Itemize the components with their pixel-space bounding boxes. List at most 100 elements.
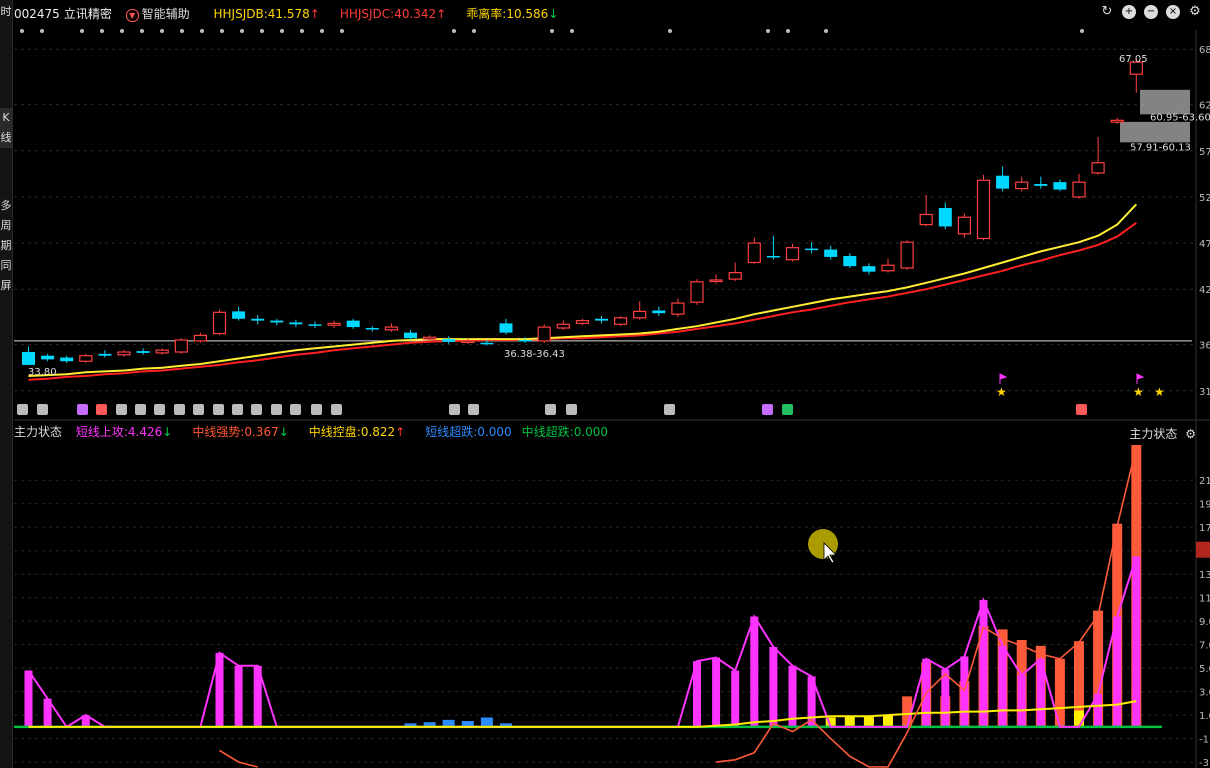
marker-dot — [550, 29, 554, 33]
signal-chip-icon — [449, 404, 460, 415]
candle-body-up — [575, 320, 590, 324]
sub-y-tick-label: 5.0 — [1199, 664, 1210, 675]
signal-chip-icon — [664, 404, 675, 415]
marker-dot — [220, 29, 224, 33]
sub-y-tick-label: 19 — [1199, 500, 1210, 511]
star-icon: ★ — [996, 385, 1007, 399]
candle-body-up — [556, 323, 570, 329]
candle-body-down — [346, 320, 360, 328]
marker-dot — [786, 29, 790, 33]
current-value-tag — [1196, 541, 1210, 558]
sub-y-tick-label: 13 — [1199, 570, 1210, 581]
marker-dot — [570, 29, 574, 33]
bar-magenta — [769, 647, 778, 727]
candle-body-down — [595, 318, 608, 321]
marker-dot — [160, 29, 164, 33]
signal-chip-icon — [154, 404, 165, 415]
candle-body-down — [766, 256, 780, 258]
marker-dot — [180, 29, 184, 33]
candle-body-down — [308, 324, 322, 326]
bar-magenta — [941, 669, 950, 727]
bar-magenta — [979, 600, 988, 727]
candle-body-down — [365, 328, 379, 330]
candle-body-down — [1053, 182, 1067, 190]
candle-body-up — [384, 326, 398, 331]
bar-yellow — [844, 716, 855, 727]
bar-magenta — [998, 645, 1007, 727]
candle-body-down — [652, 310, 666, 314]
signal-chip-icon — [251, 404, 262, 415]
candle-body-up — [709, 279, 723, 283]
bar-yellow — [883, 715, 893, 727]
sub-y-tick-label: -1 — [1199, 735, 1209, 746]
annotation-zone-lower: 57.91-60.13 — [1130, 142, 1191, 153]
bar-magenta — [24, 670, 33, 727]
candle-body-down — [289, 322, 303, 325]
candle-body-down — [862, 266, 876, 272]
candle-body-up — [537, 326, 551, 342]
candle-body-down — [442, 339, 456, 342]
bar-blue — [480, 717, 493, 727]
sub-y-tick-label: 3.0 — [1199, 688, 1210, 699]
bar-magenta — [234, 665, 243, 727]
candle-body-up — [461, 340, 475, 344]
candle-body-down — [270, 320, 284, 323]
sub-y-tick-label: 7.0 — [1199, 641, 1210, 652]
candle-body-up — [957, 216, 972, 235]
main-y-tick-label: 31 — [1199, 387, 1210, 398]
candle-body-up — [1072, 181, 1086, 198]
main-y-tick-label: 47 — [1199, 239, 1210, 250]
candle-body-up — [671, 302, 685, 315]
bar-magenta — [1113, 616, 1122, 727]
marker-dot — [1080, 29, 1084, 33]
candle-body-up — [1015, 181, 1029, 190]
candle-body-up — [690, 281, 704, 303]
marker-dot — [40, 29, 44, 33]
signal-chip-icon — [193, 404, 204, 415]
candle-body-up — [174, 339, 188, 353]
signal-chip-icon — [762, 404, 773, 415]
marker-dot — [472, 29, 476, 33]
sub-y-tick-label: 21 — [1199, 476, 1210, 487]
marker-dot — [452, 29, 456, 33]
marker-dot — [200, 29, 204, 33]
marker-dot — [240, 29, 244, 33]
signal-chip-icon — [37, 404, 48, 415]
bar-magenta — [960, 656, 969, 727]
candle-body-up — [785, 247, 800, 261]
sub-y-tick-label: 1.0 — [1199, 711, 1210, 722]
signal-chip-icon — [116, 404, 127, 415]
signal-chip-icon — [135, 404, 146, 415]
marker-dot — [340, 29, 344, 33]
signal-chip-icon — [331, 404, 342, 415]
marker-dot — [280, 29, 284, 33]
signal-chip-icon — [468, 404, 479, 415]
main-y-tick-label: 62 — [1199, 101, 1210, 112]
candle-body-down — [98, 353, 112, 356]
marker-dot — [20, 29, 24, 33]
main-y-tick-label: 68 — [1199, 45, 1210, 56]
signal-chip-icon — [290, 404, 301, 415]
candle-body-up — [633, 310, 647, 319]
candle-body-up — [117, 351, 131, 356]
bar-magenta — [731, 670, 740, 727]
marker-dot — [668, 29, 672, 33]
annotation-low: 33.80 — [28, 367, 57, 378]
main-y-tick-label: 36 — [1199, 341, 1210, 352]
marker-dot — [260, 29, 264, 33]
signal-chip-icon — [213, 404, 224, 415]
signal-chip-icon — [311, 404, 322, 415]
price-zone-lower — [1120, 121, 1190, 143]
candle-body-down — [1034, 184, 1048, 186]
candle-body-up — [919, 213, 933, 226]
line-yellow — [28, 700, 1137, 728]
candle-body-down — [404, 332, 417, 339]
annotation-zone-upper: 60.95-63.60 — [1150, 112, 1210, 123]
signal-chip-icon — [174, 404, 185, 415]
marker-dot — [80, 29, 84, 33]
candle-body-down — [843, 256, 857, 267]
signal-chip-icon — [271, 404, 282, 415]
candle-body-down — [480, 342, 494, 345]
marker-dot — [824, 29, 828, 33]
signal-chip-icon — [17, 404, 28, 415]
